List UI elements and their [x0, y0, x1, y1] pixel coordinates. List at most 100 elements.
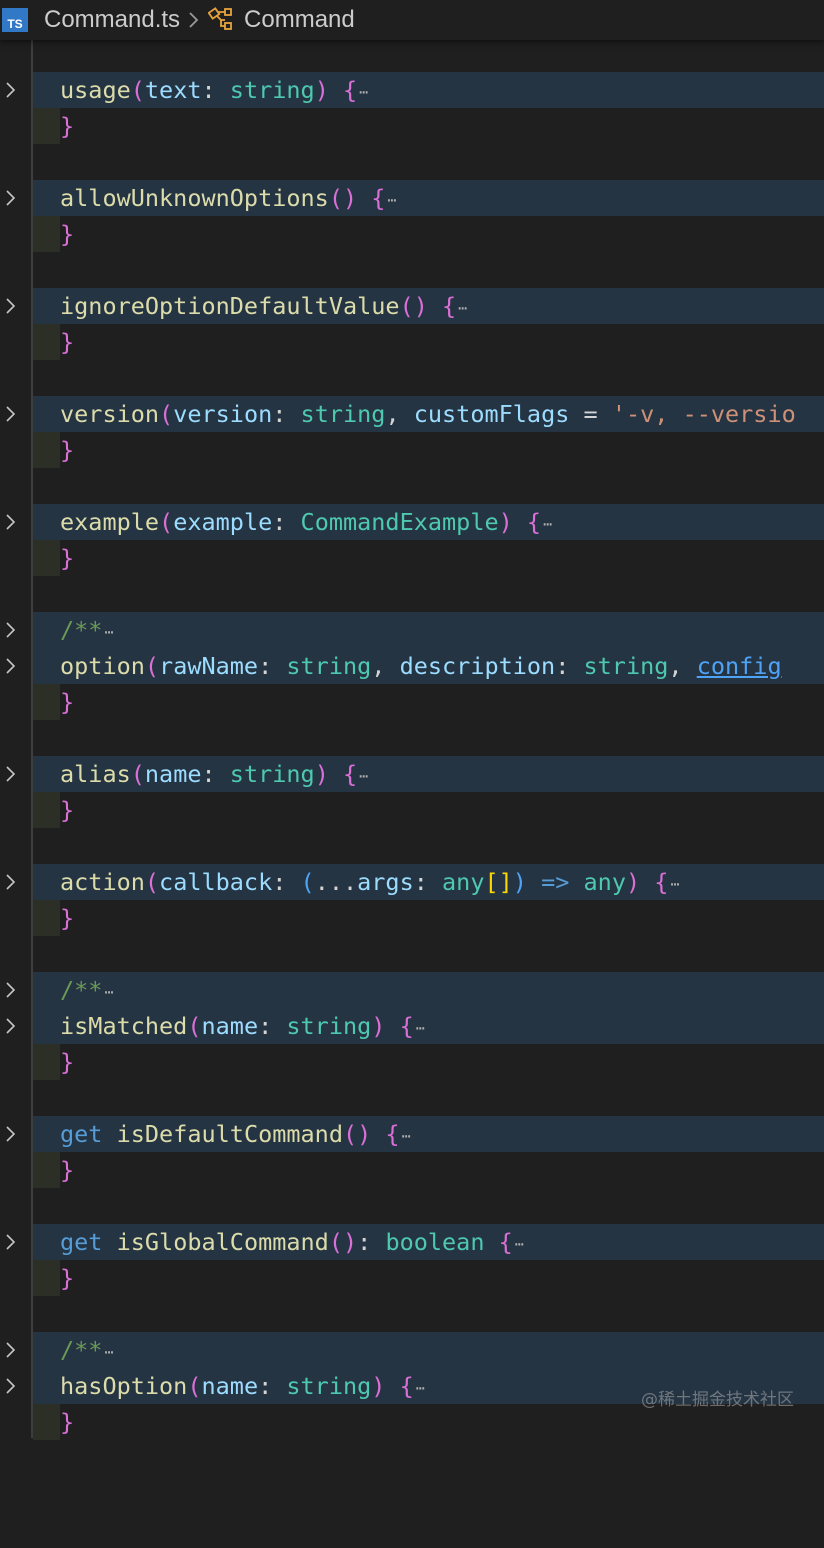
code-line-close: } — [0, 1044, 824, 1080]
code-line-isDefaultCommand[interactable]: get isDefaultCommand() {⋯ — [0, 1116, 824, 1152]
folded-ellipsis[interactable]: ⋯ — [543, 515, 552, 533]
paren: ) — [625, 868, 641, 896]
breadcrumb: TS Command.ts Command — [0, 0, 824, 40]
param: example — [173, 508, 273, 536]
folded-ellipsis[interactable]: ⋯ — [416, 1019, 425, 1037]
folded-ellipsis[interactable]: ⋯ — [104, 623, 113, 641]
method-name: example — [60, 508, 160, 536]
fold-chevron-icon[interactable] — [2, 873, 20, 891]
doc-comment: /** — [60, 976, 103, 1004]
param: description — [399, 652, 556, 680]
folded-ellipsis[interactable]: ⋯ — [515, 1235, 524, 1253]
method-name: alias — [60, 760, 131, 788]
fold-chevron-icon[interactable] — [2, 621, 20, 639]
closing-brace: } — [60, 1264, 75, 1292]
code-line-comment[interactable]: /** ⋯ — [0, 612, 824, 648]
colon: : — [201, 76, 230, 104]
code-line-comment[interactable]: /** ⋯ — [0, 972, 824, 1008]
fold-chevron-icon[interactable] — [2, 189, 20, 207]
code-line-version[interactable]: version(version: string, customFlags = '… — [0, 396, 824, 432]
code-line-usage[interactable]: usage(text: string) {⋯ — [0, 72, 824, 108]
fold-chevron-icon[interactable] — [2, 765, 20, 783]
arrow: => — [526, 868, 584, 896]
code-line-example[interactable]: example(example: CommandExample) {⋯ — [0, 504, 824, 540]
code-line-isMatched[interactable]: isMatched(name: string) {⋯ — [0, 1008, 824, 1044]
type: string — [286, 652, 372, 680]
type: any — [442, 868, 485, 896]
code-line-close: } — [0, 108, 824, 144]
type: boolean — [385, 1228, 485, 1256]
fold-chevron-icon[interactable] — [2, 297, 20, 315]
colon: : — [272, 400, 301, 428]
breadcrumb-class[interactable]: Command — [244, 6, 355, 34]
method-name: isDefaultCommand — [116, 1120, 343, 1148]
paren: ) — [498, 508, 513, 536]
type: string — [300, 400, 386, 428]
colon: : — [272, 868, 301, 896]
code-line-option[interactable]: option(rawName: string, description: str… — [0, 648, 824, 684]
closing-brace: } — [60, 436, 75, 464]
string-literal: '-v, --versio — [611, 400, 796, 428]
folded-ellipsis[interactable]: ⋯ — [387, 191, 396, 209]
brace: { — [328, 76, 358, 104]
method-name: isMatched — [60, 1012, 188, 1040]
folded-ellipsis[interactable]: ⋯ — [670, 875, 679, 893]
folded-ellipsis[interactable]: ⋯ — [104, 983, 113, 1001]
code-line-close: } — [0, 324, 824, 360]
type: string — [229, 760, 315, 788]
type: string — [583, 652, 669, 680]
param-link[interactable]: config — [697, 652, 782, 680]
type: string — [286, 1012, 372, 1040]
code-line-ignoreOptionDefaultValue[interactable]: ignoreOptionDefaultValue() {⋯ — [0, 288, 824, 324]
paren: () — [328, 1228, 358, 1256]
colon: : — [201, 760, 230, 788]
code-line-isGlobalCommand[interactable]: get isGlobalCommand(): boolean {⋯ — [0, 1224, 824, 1260]
code-line-close: } — [0, 216, 824, 252]
brace: { — [385, 1012, 414, 1040]
code-line-close: } — [0, 432, 824, 468]
folded-ellipsis[interactable]: ⋯ — [359, 83, 368, 101]
fold-chevron-icon[interactable] — [2, 1341, 20, 1359]
breadcrumb-file[interactable]: Command.ts — [44, 6, 180, 34]
fold-chevron-icon[interactable] — [2, 657, 20, 675]
paren: ( — [159, 508, 174, 536]
fold-chevron-icon[interactable] — [2, 981, 20, 999]
paren: ) — [314, 76, 329, 104]
type: CommandExample — [300, 508, 499, 536]
type: string — [229, 76, 315, 104]
code-line-action[interactable]: action(callback: (...args: any[]) => any… — [0, 864, 824, 900]
folded-ellipsis[interactable]: ⋯ — [104, 1343, 113, 1361]
code-line-alias[interactable]: alias(name: string) {⋯ — [0, 756, 824, 792]
closing-brace: } — [60, 544, 75, 572]
code-line-allowUnknownOptions[interactable]: allowUnknownOptions() {⋯ — [0, 180, 824, 216]
equals: = — [569, 400, 612, 428]
fold-chevron-icon[interactable] — [2, 1377, 20, 1395]
colon: : — [258, 1012, 287, 1040]
comma: , — [371, 652, 400, 680]
class-symbol-icon — [208, 7, 236, 33]
folded-ellipsis[interactable]: ⋯ — [416, 1379, 425, 1397]
fold-chevron-icon[interactable] — [2, 1017, 20, 1035]
paren: () — [399, 292, 428, 320]
code-line-close: } — [0, 792, 824, 828]
paren: ( — [159, 400, 174, 428]
folded-ellipsis[interactable]: ⋯ — [458, 299, 467, 317]
fold-chevron-icon[interactable] — [2, 1233, 20, 1251]
keyword: get — [60, 1120, 103, 1148]
fold-chevron-icon[interactable] — [2, 513, 20, 531]
folded-ellipsis[interactable]: ⋯ — [402, 1127, 411, 1145]
fold-chevron-icon[interactable] — [2, 1125, 20, 1143]
param: rawName — [159, 652, 259, 680]
param: text — [144, 76, 202, 104]
code-line-comment[interactable]: /** ⋯ — [0, 1332, 824, 1368]
fold-chevron-icon[interactable] — [2, 405, 20, 423]
method-name: isGlobalCommand — [116, 1228, 329, 1256]
paren: () — [342, 1120, 372, 1148]
paren: ) — [371, 1372, 386, 1400]
folded-ellipsis[interactable]: ⋯ — [359, 767, 368, 785]
fold-chevron-icon[interactable] — [2, 81, 20, 99]
method-name: action — [60, 868, 145, 896]
param: args — [357, 868, 414, 896]
method-name: option — [60, 652, 145, 680]
code-editor[interactable]: usage(text: string) {⋯ } allowUnknownOpt… — [0, 40, 824, 1440]
